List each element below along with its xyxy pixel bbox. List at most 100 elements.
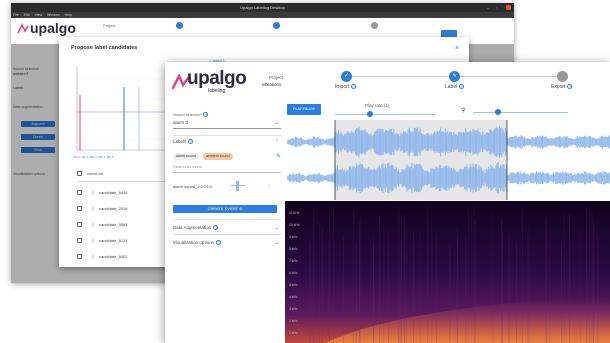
search-event-placeholder: Search an event — [173, 164, 203, 169]
candidate-checkbox[interactable] — [77, 206, 82, 211]
step-import-label: Import — [335, 84, 350, 90]
candidate-chart — [76, 67, 177, 151]
check-all-checkbox[interactable] — [77, 171, 82, 176]
play-rate-label: Play rate (1) — [365, 103, 390, 108]
zoom-slider-thumb[interactable] — [495, 109, 501, 115]
chevron-up-icon[interactable]: ⌃ — [275, 139, 279, 145]
step-import[interactable]: Import? — [335, 84, 357, 90]
close-icon[interactable]: × — [455, 45, 459, 52]
data-augmentation-header[interactable]: Data Augmentation? ⌄ — [173, 225, 281, 231]
minimize-icon[interactable]: – — [487, 5, 492, 10]
source-select-value: alarm 3 — [173, 120, 189, 125]
candidate-label: candidate_3563 — [99, 222, 128, 227]
labels-section-header[interactable]: Labels? ⌃ — [173, 139, 281, 145]
label-chips: alarm sound ambient sound ✎ — [173, 153, 281, 161]
zoom-slider-track[interactable] — [473, 112, 568, 114]
close-icon[interactable] — [506, 5, 511, 10]
labels-title: Labels — [173, 139, 187, 144]
candidate-label: candidate_6448 — [99, 190, 128, 195]
info-icon[interactable]: ? — [203, 112, 209, 118]
play-icon[interactable]: ◷ — [91, 190, 95, 195]
candidate-checkbox[interactable] — [77, 222, 82, 227]
event-waveform-thumb — [231, 181, 245, 191]
visualization-options-label: Visualization options — [173, 240, 214, 245]
candidate-label: candidate_8402 — [99, 254, 128, 259]
visualization-options-header[interactable]: Visualization options? ⌄ — [173, 240, 281, 246]
waveform-channel-2 — [287, 162, 610, 194]
info-icon[interactable]: ? — [215, 240, 221, 246]
chart-tab-5[interactable]: Tab 5 — [106, 155, 113, 159]
waveform-panel[interactable] — [287, 120, 610, 200]
select-underline — [173, 128, 281, 129]
chip-ambient-sound[interactable]: ambient sound — [203, 153, 233, 160]
step-label[interactable]: Label? — [445, 84, 465, 90]
chip-alarm-sound[interactable]: alarm sound — [173, 153, 199, 160]
project-name: vibrations — [262, 82, 282, 87]
stepper-connector — [350, 76, 450, 77]
play-icon[interactable]: ◷ — [91, 238, 95, 243]
play-rate-slider-thumb[interactable] — [367, 111, 373, 117]
freq-label: 6 kHz — [289, 271, 298, 275]
spectrogram[interactable]: 11 kHz 10 kHz 9 kHz 8 kHz 7 kHz 6 kHz 5 … — [285, 201, 610, 343]
step-export[interactable]: Export? — [551, 84, 573, 90]
freq-label: 9 kHz — [289, 235, 298, 239]
info-icon[interactable]: ? — [188, 139, 194, 145]
create-event-button[interactable]: CREATE EVENT ⊕ — [173, 205, 277, 213]
freq-label: 11 kHz — [289, 211, 300, 215]
menu-window[interactable]: Window — [47, 13, 59, 17]
section-divider — [173, 219, 281, 220]
freq-label: 7 kHz — [289, 259, 298, 263]
chart-tab-4[interactable]: Tab 4 — [98, 155, 105, 159]
freq-label: 3 kHz — [289, 307, 298, 311]
play-icon[interactable]: ◷ — [91, 222, 95, 227]
freq-label: 5 kHz — [289, 283, 298, 287]
stepper-connector — [460, 76, 560, 77]
candidate-checkbox[interactable] — [77, 238, 82, 243]
play-icon[interactable]: ◷ — [91, 206, 95, 211]
candidate-checkbox[interactable] — [77, 254, 82, 259]
data-augmentation-label: Data Augmentation — [173, 225, 212, 230]
info-icon[interactable]: ? — [459, 84, 465, 90]
menu-view[interactable]: View — [35, 13, 43, 17]
add-circle-icon: ⊕ — [239, 206, 243, 211]
freq-label: 10 kHz — [289, 223, 300, 227]
chevron-down-icon[interactable]: ⌄ — [275, 225, 279, 231]
info-icon[interactable]: ? — [213, 225, 219, 231]
play-rate-slider-track[interactable] — [335, 114, 435, 116]
candidate-label: candidate_8121 — [99, 238, 128, 243]
edit-pencil-icon[interactable]: ✎ — [276, 153, 281, 160]
section-divider — [173, 135, 281, 136]
menu-help[interactable]: Help — [65, 13, 72, 17]
search-event-input[interactable]: Search an event — [173, 164, 281, 169]
chart-tab-3[interactable]: Tab 3 — [90, 155, 97, 159]
chart-tab-1[interactable]: Tab 1 — [73, 155, 80, 159]
play-pause-button[interactable]: PLAY/PAUSE — [287, 104, 321, 115]
sidebar: Sound selection? alarm 3 ⌄ Labels? ⌃ alarm… — [165, 102, 285, 343]
info-icon[interactable]: ? — [567, 84, 573, 90]
back-logo: upalgo — [30, 20, 76, 36]
info-icon[interactable]: ? — [351, 84, 357, 90]
event-item-label: alarm sound_2:0:25.8 — [173, 184, 212, 189]
chart-tab-2[interactable]: Tab 2 — [81, 155, 88, 159]
spectrogram-svg — [285, 201, 610, 343]
event-list-item[interactable]: alarm sound_2:0:25.8 ⋮ — [173, 181, 281, 191]
menu-edit[interactable]: Edit — [24, 13, 30, 17]
more-vert-icon[interactable]: ⋮ — [267, 183, 271, 188]
step-export-label: Export — [551, 84, 566, 90]
chevron-down-icon[interactable]: ⌄ — [275, 120, 279, 126]
maximize-icon[interactable]: ▫ — [496, 5, 501, 10]
step-export-icon[interactable] — [557, 71, 568, 82]
play-icon[interactable]: ◷ — [91, 254, 95, 259]
chevron-down-icon[interactable]: ⌄ — [275, 240, 279, 246]
section-divider — [173, 234, 281, 235]
check-all-label: check all — [87, 171, 103, 176]
window-title: Upalgo Labeling Desktop — [240, 5, 285, 10]
menu-file[interactable]: File — [13, 13, 19, 17]
step-label-icon[interactable]: ✎ — [449, 71, 460, 82]
dialog-title: Propose label candidates — [71, 45, 138, 51]
back-step-dot-2 — [273, 22, 280, 29]
candidate-checkbox[interactable] — [77, 190, 82, 195]
step-import-check-icon[interactable]: ✓ — [341, 71, 352, 82]
input-underline — [173, 172, 281, 173]
source-select[interactable]: alarm 3 ⌄ — [173, 120, 281, 126]
